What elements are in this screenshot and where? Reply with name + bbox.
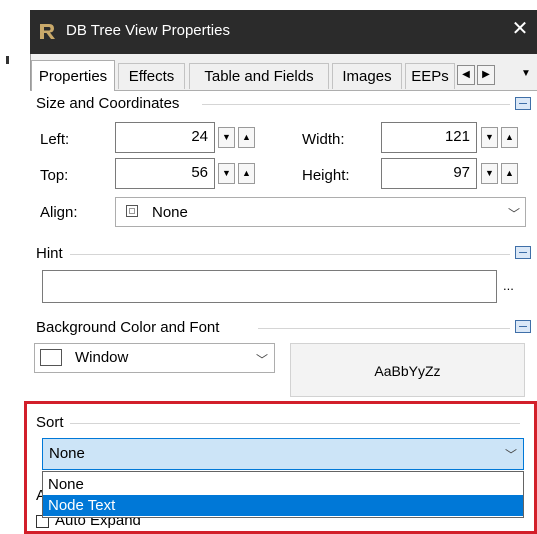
height-down-icon[interactable]: ▼ — [481, 163, 498, 184]
chevron-down-icon: ﹀ — [508, 207, 521, 221]
hint-input[interactable] — [42, 270, 497, 303]
align-label: Align: — [40, 204, 78, 221]
bg-color-select[interactable] — [34, 343, 275, 373]
tab-images[interactable]: Images — [332, 63, 402, 89]
left-input[interactable]: 24 — [115, 122, 215, 153]
width-input[interactable]: 121 — [381, 122, 477, 153]
hint-ellipsis-button[interactable]: ... — [503, 278, 514, 293]
tab-properties[interactable]: Properties — [31, 60, 115, 91]
top-label: Top: — [40, 167, 69, 184]
left-down-icon[interactable]: ▼ — [218, 127, 235, 148]
height-label: Height: — [302, 167, 350, 184]
collapse-bgfont-icon[interactable] — [515, 320, 531, 333]
group-divider — [70, 254, 510, 255]
width-down-icon[interactable]: ▼ — [481, 127, 498, 148]
group-header-bgfont: Background Color and Font — [36, 319, 220, 336]
height-input[interactable]: 97 — [381, 158, 477, 189]
left-up-icon[interactable]: ▲ — [238, 127, 255, 148]
top-input[interactable]: 56 — [115, 158, 215, 189]
tab-next-icon[interactable]: ▶ — [477, 65, 495, 85]
width-label: Width: — [302, 131, 345, 148]
top-up-icon[interactable]: ▲ — [238, 163, 255, 184]
top-down-icon[interactable]: ▼ — [218, 163, 235, 184]
chevron-down-icon: ﹀ — [256, 353, 269, 367]
group-header-size: Size and Coordinates — [36, 95, 180, 112]
edge-mark — [6, 56, 9, 64]
window-title: DB Tree View Properties — [66, 22, 230, 39]
close-icon[interactable]: ✕ — [508, 17, 532, 41]
tab-eeps[interactable]: EEPs — [405, 63, 455, 89]
align-none-icon — [126, 205, 138, 217]
collapse-hint-icon[interactable] — [515, 246, 531, 259]
tab-menu-icon[interactable]: ▼ — [517, 65, 535, 85]
group-header-hint: Hint — [36, 245, 63, 262]
color-swatch-icon — [40, 349, 62, 366]
left-label: Left: — [40, 131, 70, 148]
height-up-icon[interactable]: ▲ — [501, 163, 518, 184]
group-divider — [258, 328, 510, 329]
tab-effects[interactable]: Effects — [118, 63, 185, 89]
highlight-box — [24, 401, 537, 534]
font-sample-button[interactable]: AaBbYyZz — [290, 343, 525, 397]
bg-color-value: Window — [75, 349, 129, 366]
collapse-size-icon[interactable] — [515, 97, 531, 110]
tab-table-and-fields[interactable]: Table and Fields — [189, 63, 329, 89]
width-up-icon[interactable]: ▲ — [501, 127, 518, 148]
app-logo-icon — [38, 22, 58, 40]
group-divider — [202, 104, 510, 105]
tab-prev-icon[interactable]: ◀ — [457, 65, 475, 85]
align-value: None — [152, 204, 188, 221]
